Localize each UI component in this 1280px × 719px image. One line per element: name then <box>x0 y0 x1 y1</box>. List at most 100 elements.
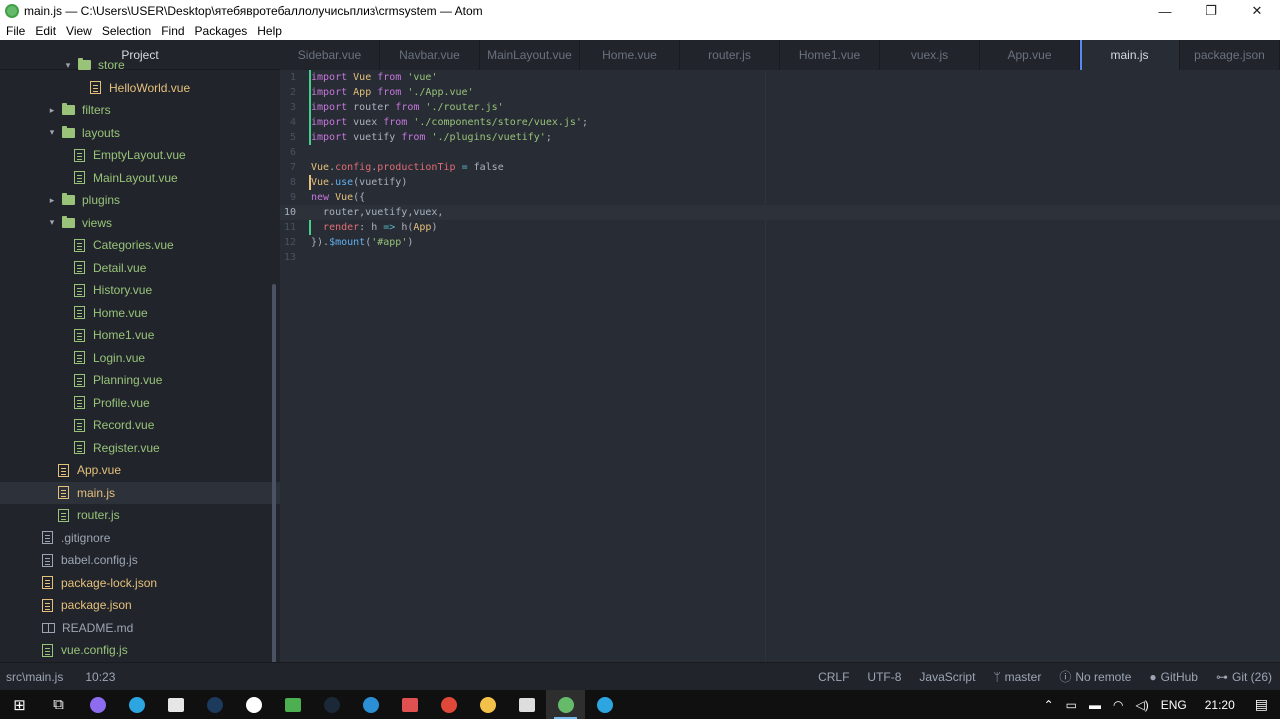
taskbar-chrome-icon[interactable] <box>429 690 468 719</box>
code-line[interactable]: 12}).$mount('#app') <box>280 235 1280 250</box>
tree-file[interactable]: History.vue <box>0 279 280 302</box>
taskbar-app-green-icon[interactable] <box>273 690 312 719</box>
tree-file[interactable]: package.json <box>0 594 280 617</box>
editor-tab[interactable]: App.vue <box>980 40 1080 70</box>
line-number[interactable]: 2 <box>280 87 296 98</box>
editor-tab[interactable]: package.json <box>1180 40 1280 70</box>
menu-view[interactable]: View <box>66 24 92 38</box>
editor-tab[interactable]: Navbar.vue <box>380 40 480 70</box>
tree-file[interactable]: vue.config.js <box>0 639 280 662</box>
tree-file[interactable]: Register.vue <box>0 437 280 460</box>
status-grammar[interactable]: JavaScript <box>919 670 975 684</box>
line-number[interactable]: 10 <box>280 207 296 218</box>
taskbar-telegram-2-icon[interactable] <box>585 690 624 719</box>
code-line[interactable]: 1 import Vue from 'vue' <box>280 70 1280 85</box>
code-line[interactable]: 2 import App from './App.vue' <box>280 85 1280 100</box>
close-button[interactable]: ✕ <box>1234 0 1280 22</box>
code-line[interactable]: 9 new Vue({ <box>280 190 1280 205</box>
tree-folder[interactable]: ▸ filters <box>0 99 280 122</box>
menu-selection[interactable]: Selection <box>102 24 151 38</box>
minimize-button[interactable]: — <box>1142 0 1188 22</box>
editor-tab[interactable]: Home.vue <box>580 40 680 70</box>
line-number[interactable]: 8 <box>280 177 296 188</box>
line-number[interactable]: 4 <box>280 117 296 128</box>
taskbar-atom-icon[interactable] <box>546 690 585 719</box>
code-line[interactable]: 10 router,vuetify,vuex, <box>280 205 1280 220</box>
tree-file[interactable]: .gitignore <box>0 527 280 550</box>
line-number[interactable]: 5 <box>280 132 296 143</box>
tree-file[interactable]: main.js <box>0 481 280 504</box>
code-line[interactable]: 4 import vuex from './components/store/vu… <box>280 115 1280 130</box>
tree-file[interactable]: Login.vue <box>0 347 280 370</box>
chevron-down-icon[interactable]: ▾ <box>46 127 58 138</box>
taskbar-app-purple-icon[interactable] <box>78 690 117 719</box>
tree-file[interactable]: package-lock.json <box>0 572 280 595</box>
code-line[interactable]: 11 render: h => h(App) <box>280 220 1280 235</box>
chevron-down-icon[interactable]: ▾ <box>62 60 74 71</box>
tray-wifi-icon[interactable]: ◠ <box>1113 698 1123 712</box>
notification-center-icon[interactable]: ▤ <box>1255 696 1268 713</box>
editor-tab[interactable]: MainLayout.vue <box>480 40 580 70</box>
tree-folder[interactable]: ▸ plugins <box>0 189 280 212</box>
editor-tab[interactable]: Sidebar.vue <box>280 40 380 70</box>
tree-file[interactable]: Home.vue <box>0 302 280 325</box>
status-git[interactable]: ⊶ Git (26) <box>1216 670 1272 684</box>
menu-help[interactable]: Help <box>257 24 282 38</box>
tray-battery-icon[interactable]: ▬ <box>1089 698 1101 712</box>
taskbar-edge-icon[interactable] <box>351 690 390 719</box>
tray-clock[interactable]: 21:20 <box>1205 698 1235 712</box>
taskbar-start-icon[interactable]: ⊞ <box>0 690 39 719</box>
taskbar-terminal-icon[interactable] <box>507 690 546 719</box>
taskbar-steam-icon[interactable] <box>312 690 351 719</box>
tree-file[interactable]: Planning.vue <box>0 369 280 392</box>
code-line[interactable]: 8 Vue.use(vuetify) <box>280 175 1280 190</box>
taskbar-telegram-icon[interactable] <box>117 690 156 719</box>
taskbar-app-windows-icon[interactable] <box>156 690 195 719</box>
chevron-down-icon[interactable]: ▾ <box>46 217 58 228</box>
status-remote[interactable]: ⓘ No remote <box>1059 668 1131 685</box>
tree-folder[interactable]: ▾ views <box>0 212 280 235</box>
menu-find[interactable]: Find <box>161 24 184 38</box>
tree-scrollbar[interactable] <box>272 284 276 662</box>
menu-file[interactable]: File <box>6 24 25 38</box>
tree-folder[interactable]: ▾ layouts <box>0 122 280 145</box>
line-number[interactable]: 11 <box>280 222 296 233</box>
taskbar-app-red-icon[interactable] <box>390 690 429 719</box>
status-file-path[interactable]: src\main.js <box>6 670 63 684</box>
line-number[interactable]: 7 <box>280 162 296 173</box>
taskbar-task-view-icon[interactable]: ⧉ <box>39 690 78 719</box>
line-number[interactable]: 12 <box>280 237 296 248</box>
tree-file[interactable]: Record.vue <box>0 414 280 437</box>
status-encoding[interactable]: UTF-8 <box>867 670 901 684</box>
menu-packages[interactable]: Packages <box>195 24 248 38</box>
tray-language[interactable]: ENG <box>1161 698 1187 712</box>
status-line-ending[interactable]: CRLF <box>818 670 849 684</box>
editor-tab[interactable]: router.js <box>680 40 780 70</box>
code-line[interactable]: 7 Vue.config.productionTip = false <box>280 160 1280 175</box>
tray-volume-icon[interactable]: ◁) <box>1135 698 1148 712</box>
code-line[interactable]: 13 <box>280 250 1280 265</box>
code-line[interactable]: 3 import router from './router.js' <box>280 100 1280 115</box>
tree-file[interactable]: EmptyLayout.vue <box>0 144 280 167</box>
tree-file[interactable]: Categories.vue <box>0 234 280 257</box>
line-number[interactable]: 6 <box>280 147 296 158</box>
tree-file[interactable]: README.md <box>0 617 280 640</box>
tree-file[interactable]: Profile.vue <box>0 392 280 415</box>
tree-file[interactable]: Home1.vue <box>0 324 280 347</box>
status-github[interactable]: ● GitHub <box>1149 670 1198 684</box>
line-number[interactable]: 3 <box>280 102 296 113</box>
code-line[interactable]: 5 import vuetify from './plugins/vuetify'… <box>280 130 1280 145</box>
line-number[interactable]: 9 <box>280 192 296 203</box>
status-cursor-position[interactable]: 10:23 <box>85 670 115 684</box>
maximize-button[interactable]: ❐ <box>1188 0 1234 22</box>
chevron-right-icon[interactable]: ▸ <box>46 105 58 116</box>
menu-edit[interactable]: Edit <box>35 24 56 38</box>
line-number[interactable]: 1 <box>280 72 296 83</box>
taskbar-photoshop-icon[interactable] <box>195 690 234 719</box>
code-editor[interactable]: 1 import Vue from 'vue' 2 import App from '… <box>280 70 1280 662</box>
tree-file[interactable]: App.vue <box>0 459 280 482</box>
tree-file[interactable]: MainLayout.vue <box>0 167 280 190</box>
editor-tab[interactable]: Home1.vue <box>780 40 880 70</box>
tree-file[interactable]: babel.config.js <box>0 549 280 572</box>
tray-chevron-up-icon[interactable]: ⌃ <box>1044 698 1054 712</box>
